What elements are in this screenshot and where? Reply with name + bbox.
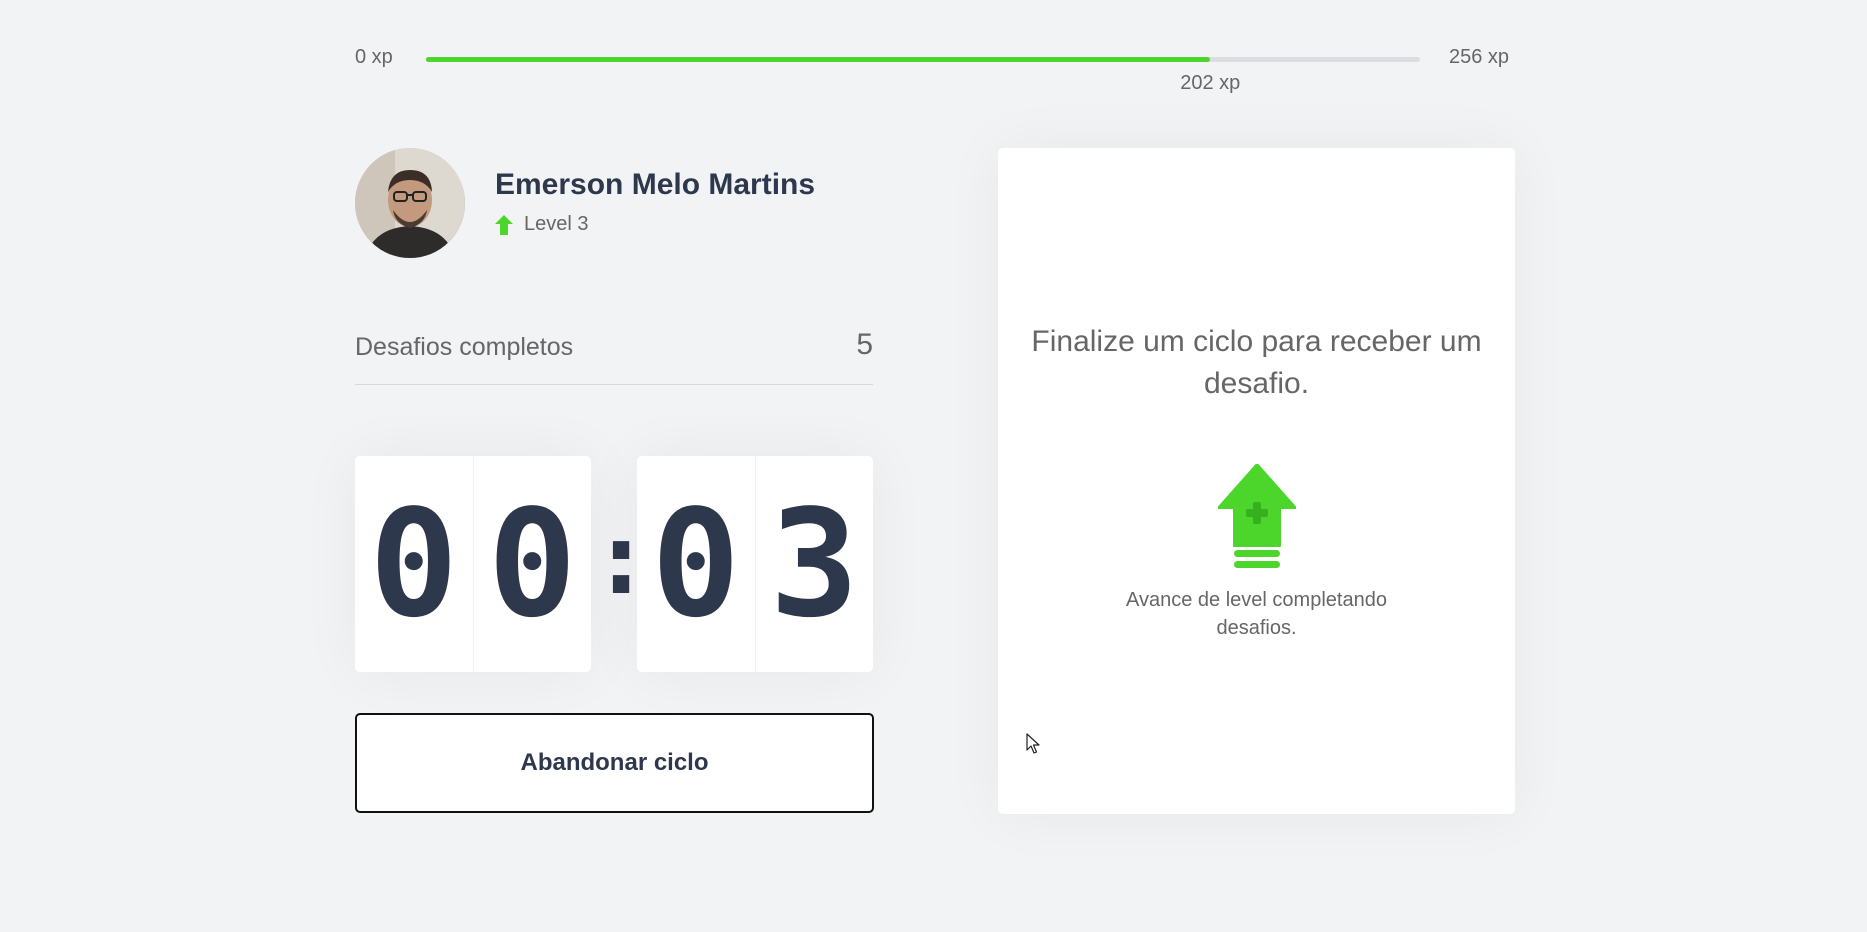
countdown-separator: :: [591, 500, 652, 617]
countdown: 0 0 : 0 3: [355, 456, 873, 672]
level-row: Level 3: [495, 213, 589, 236]
completed-challenges: Desafios completos 5: [355, 328, 873, 385]
xp-max-label: 256 xp: [1449, 46, 1510, 68]
completed-challenges-count: 5: [856, 328, 873, 361]
completed-challenges-label: Desafios completos: [355, 333, 574, 361]
level-label: Level 3: [524, 213, 589, 235]
challenge-box: Finalize um ciclo para receber um desafi…: [998, 148, 1515, 814]
xp-current-label: 202 xp: [1180, 72, 1241, 94]
countdown-minutes: 0 0: [355, 456, 591, 672]
challenge-box-title: Finalize um ciclo para receber um desafi…: [1031, 325, 1482, 400]
second-left-digit: 0: [651, 478, 741, 650]
avatar: [355, 148, 465, 258]
abandon-cycle-button[interactable]: Abandonar ciclo: [355, 713, 874, 813]
mouse-cursor-icon: [1026, 733, 1040, 754]
xp-progress-bar: [426, 57, 1420, 62]
countdown-seconds: 0 3: [637, 456, 873, 672]
profile-name: Emerson Melo Martins: [495, 168, 816, 201]
page: 0 xp 202 xp 256 xp Emerson Melo Martins …: [0, 0, 1867, 932]
xp-progress-fill: [426, 57, 1211, 62]
level-up-icon: [1218, 464, 1296, 568]
avatar-photo: [355, 148, 465, 258]
challenge-box-hint: Avance de level completando desafios.: [1126, 589, 1387, 639]
level-up-arrow-icon: [495, 214, 513, 235]
xp-min-label: 0 xp: [355, 46, 393, 68]
minute-right-digit: 0: [472, 456, 592, 672]
minute-left-digit: 0: [369, 478, 459, 650]
second-right-digit: 3: [754, 456, 874, 672]
